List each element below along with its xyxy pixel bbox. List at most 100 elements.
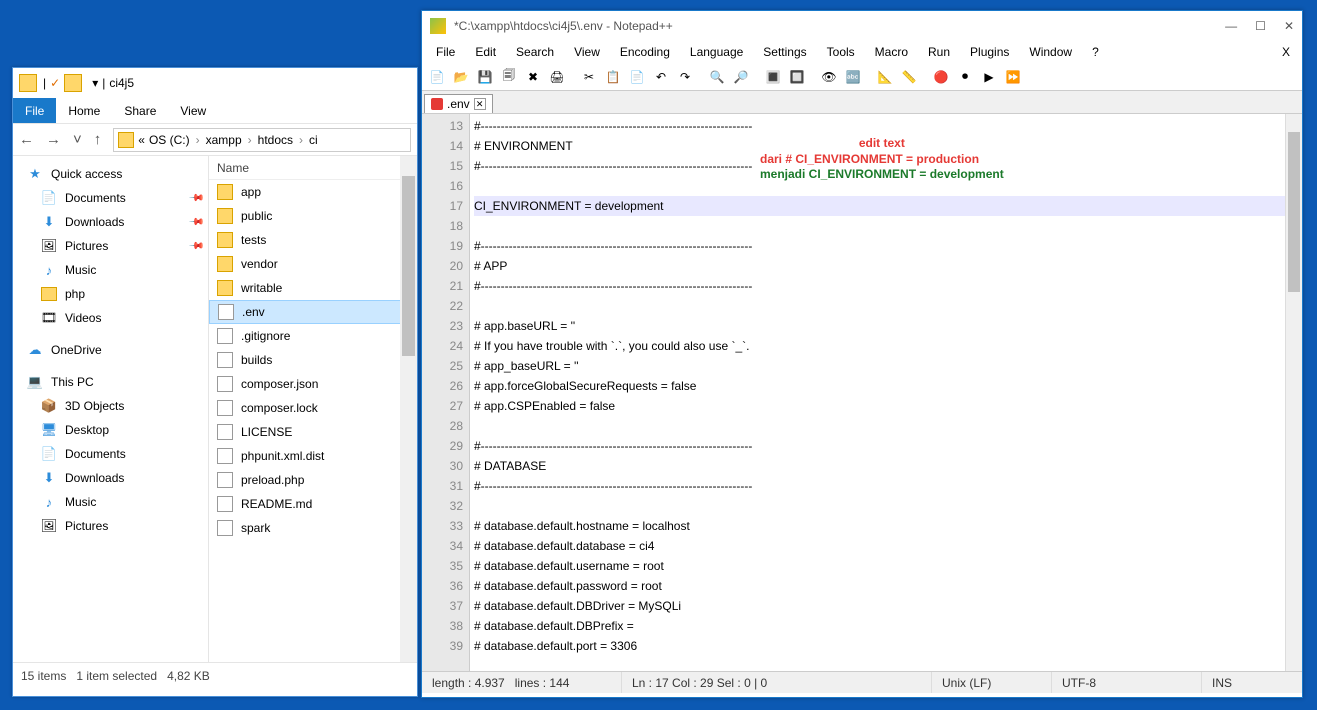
code-line[interactable]	[474, 416, 1302, 436]
toolbar-button[interactable]: ↶	[650, 66, 672, 88]
code-line[interactable]: # app.forceGlobalSecureRequests = false	[474, 376, 1302, 396]
tab-env[interactable]: .env ✕	[424, 94, 493, 113]
nav-item[interactable]: ⬇Downloads📌	[13, 210, 208, 234]
file-row[interactable]: tests	[209, 228, 417, 252]
file-row[interactable]: composer.lock	[209, 396, 417, 420]
column-header[interactable]: Name ^	[209, 156, 417, 180]
nav-item[interactable]: 💻This PC	[13, 370, 208, 394]
nav-item[interactable]: 📄Documents	[13, 442, 208, 466]
menu-item[interactable]: Search	[508, 43, 562, 61]
title-down-icon[interactable]: ▾	[92, 76, 98, 90]
code-line[interactable]: # ENVIRONMENT	[474, 136, 1302, 156]
crumb[interactable]: htdocs	[258, 133, 293, 147]
ribbon-home-tab[interactable]: Home	[56, 98, 112, 123]
up-button[interactable]: ↑	[94, 131, 102, 148]
code-line[interactable]: # DATABASE	[474, 456, 1302, 476]
toolbar-button[interactable]: ✂	[578, 66, 600, 88]
file-row[interactable]: README.md	[209, 492, 417, 516]
scrollbar-thumb[interactable]	[402, 176, 415, 356]
toolbar-button[interactable]: 📋	[602, 66, 624, 88]
nav-item[interactable]: ★Quick access	[13, 162, 208, 186]
crumb[interactable]: xampp	[206, 133, 242, 147]
file-row[interactable]: app	[209, 180, 417, 204]
file-row[interactable]: .env	[209, 300, 417, 324]
menu-close-button[interactable]: X	[1276, 43, 1296, 61]
minimize-button[interactable]: —	[1225, 19, 1237, 33]
crumb[interactable]: OS (C:)	[149, 133, 190, 147]
code-line[interactable]	[474, 296, 1302, 316]
ribbon-file-tab[interactable]: File	[13, 98, 56, 123]
code-line[interactable]: # database.default.hostname = localhost	[474, 516, 1302, 536]
code-line[interactable]: # APP	[474, 256, 1302, 276]
code-line[interactable]: #---------------------------------------…	[474, 116, 1302, 136]
code-line[interactable]: #---------------------------------------…	[474, 476, 1302, 496]
nav-item[interactable]: 🖥Desktop	[13, 418, 208, 442]
toolbar-button[interactable]: 🔴	[930, 66, 952, 88]
menu-item[interactable]: Language	[682, 43, 751, 61]
toolbar-button[interactable]: ⏺	[954, 66, 976, 88]
toolbar-button[interactable]: 🔲	[786, 66, 808, 88]
nav-item[interactable]: ☁OneDrive	[13, 338, 208, 362]
nav-item[interactable]: ♪Music	[13, 490, 208, 514]
nav-item[interactable]: 🖼Pictures📌	[13, 234, 208, 258]
file-row[interactable]: phpunit.xml.dist	[209, 444, 417, 468]
code-line[interactable]: # database.default.database = ci4	[474, 536, 1302, 556]
recent-dropdown[interactable]: ˅	[73, 131, 82, 148]
code-line[interactable]: #---------------------------------------…	[474, 236, 1302, 256]
toolbar-button[interactable]: 📂	[450, 66, 472, 88]
explorer-titlebar[interactable]: | ✓ ▾ | ci4j5	[13, 68, 417, 98]
menu-item[interactable]: Run	[920, 43, 958, 61]
code-line[interactable]: #---------------------------------------…	[474, 276, 1302, 296]
code-line[interactable]: # app.baseURL = ''	[474, 316, 1302, 336]
nav-item[interactable]: ⬇Downloads	[13, 466, 208, 490]
back-button[interactable]: ←	[19, 131, 34, 148]
code-line[interactable]: # If you have trouble with `.`, you coul…	[474, 336, 1302, 356]
scrollbar-vertical[interactable]	[400, 156, 417, 662]
npp-titlebar[interactable]: *C:\xampp\htdocs\ci4j5\.env - Notepad++ …	[422, 11, 1302, 41]
code-line[interactable]: #---------------------------------------…	[474, 436, 1302, 456]
nav-item[interactable]: 📄Documents📌	[13, 186, 208, 210]
file-row[interactable]: builds	[209, 348, 417, 372]
code-line[interactable]: CI_ENVIRONMENT = development	[474, 196, 1302, 216]
toolbar-button[interactable]: 📄	[426, 66, 448, 88]
nav-item[interactable]: 🎞Videos	[13, 306, 208, 330]
code-text-area[interactable]: #---------------------------------------…	[470, 114, 1302, 671]
close-button[interactable]: ✕	[1284, 19, 1294, 33]
toolbar-button[interactable]: ✖	[522, 66, 544, 88]
nav-item[interactable]: ♪Music	[13, 258, 208, 282]
ribbon-view-tab[interactable]: View	[168, 98, 218, 123]
navigation-pane[interactable]: ★Quick access📄Documents📌⬇Downloads📌🖼Pict…	[13, 156, 209, 662]
toolbar-button[interactable]: 📐	[874, 66, 896, 88]
menu-item[interactable]: Plugins	[962, 43, 1017, 61]
toolbar-button[interactable]: 🔎	[730, 66, 752, 88]
menu-item[interactable]: Window	[1021, 43, 1080, 61]
toolbar-button[interactable]: ▶	[978, 66, 1000, 88]
menu-item[interactable]: Encoding	[612, 43, 678, 61]
menu-item[interactable]: Settings	[755, 43, 814, 61]
file-row[interactable]: public	[209, 204, 417, 228]
code-line[interactable]	[474, 176, 1302, 196]
scrollbar-vertical[interactable]	[1285, 114, 1302, 671]
menu-item[interactable]: Tools	[819, 43, 863, 61]
code-line[interactable]	[474, 216, 1302, 236]
file-row[interactable]: writable	[209, 276, 417, 300]
file-row[interactable]: vendor	[209, 252, 417, 276]
toolbar-button[interactable]: 💾	[474, 66, 496, 88]
code-line[interactable]: # database.default.username = root	[474, 556, 1302, 576]
toolbar-button[interactable]: 🗐	[498, 66, 520, 88]
ribbon-share-tab[interactable]: Share	[112, 98, 168, 123]
code-line[interactable]: #---------------------------------------…	[474, 156, 1302, 176]
file-row[interactable]: preload.php	[209, 468, 417, 492]
code-line[interactable]: # app.CSPEnabled = false	[474, 396, 1302, 416]
file-row[interactable]: LICENSE	[209, 420, 417, 444]
toolbar-button[interactable]: 🔤	[842, 66, 864, 88]
address-bar[interactable]: « OS (C:)› xampp› htdocs› ci	[113, 128, 411, 152]
file-row[interactable]: composer.json	[209, 372, 417, 396]
toolbar-button[interactable]: 📄	[626, 66, 648, 88]
file-row[interactable]: spark	[209, 516, 417, 540]
forward-button[interactable]: →	[46, 131, 61, 148]
nav-item[interactable]: php	[13, 282, 208, 306]
code-line[interactable]: # database.default.DBPrefix =	[474, 616, 1302, 636]
menu-item[interactable]: Macro	[867, 43, 916, 61]
nav-item[interactable]: 📦3D Objects	[13, 394, 208, 418]
